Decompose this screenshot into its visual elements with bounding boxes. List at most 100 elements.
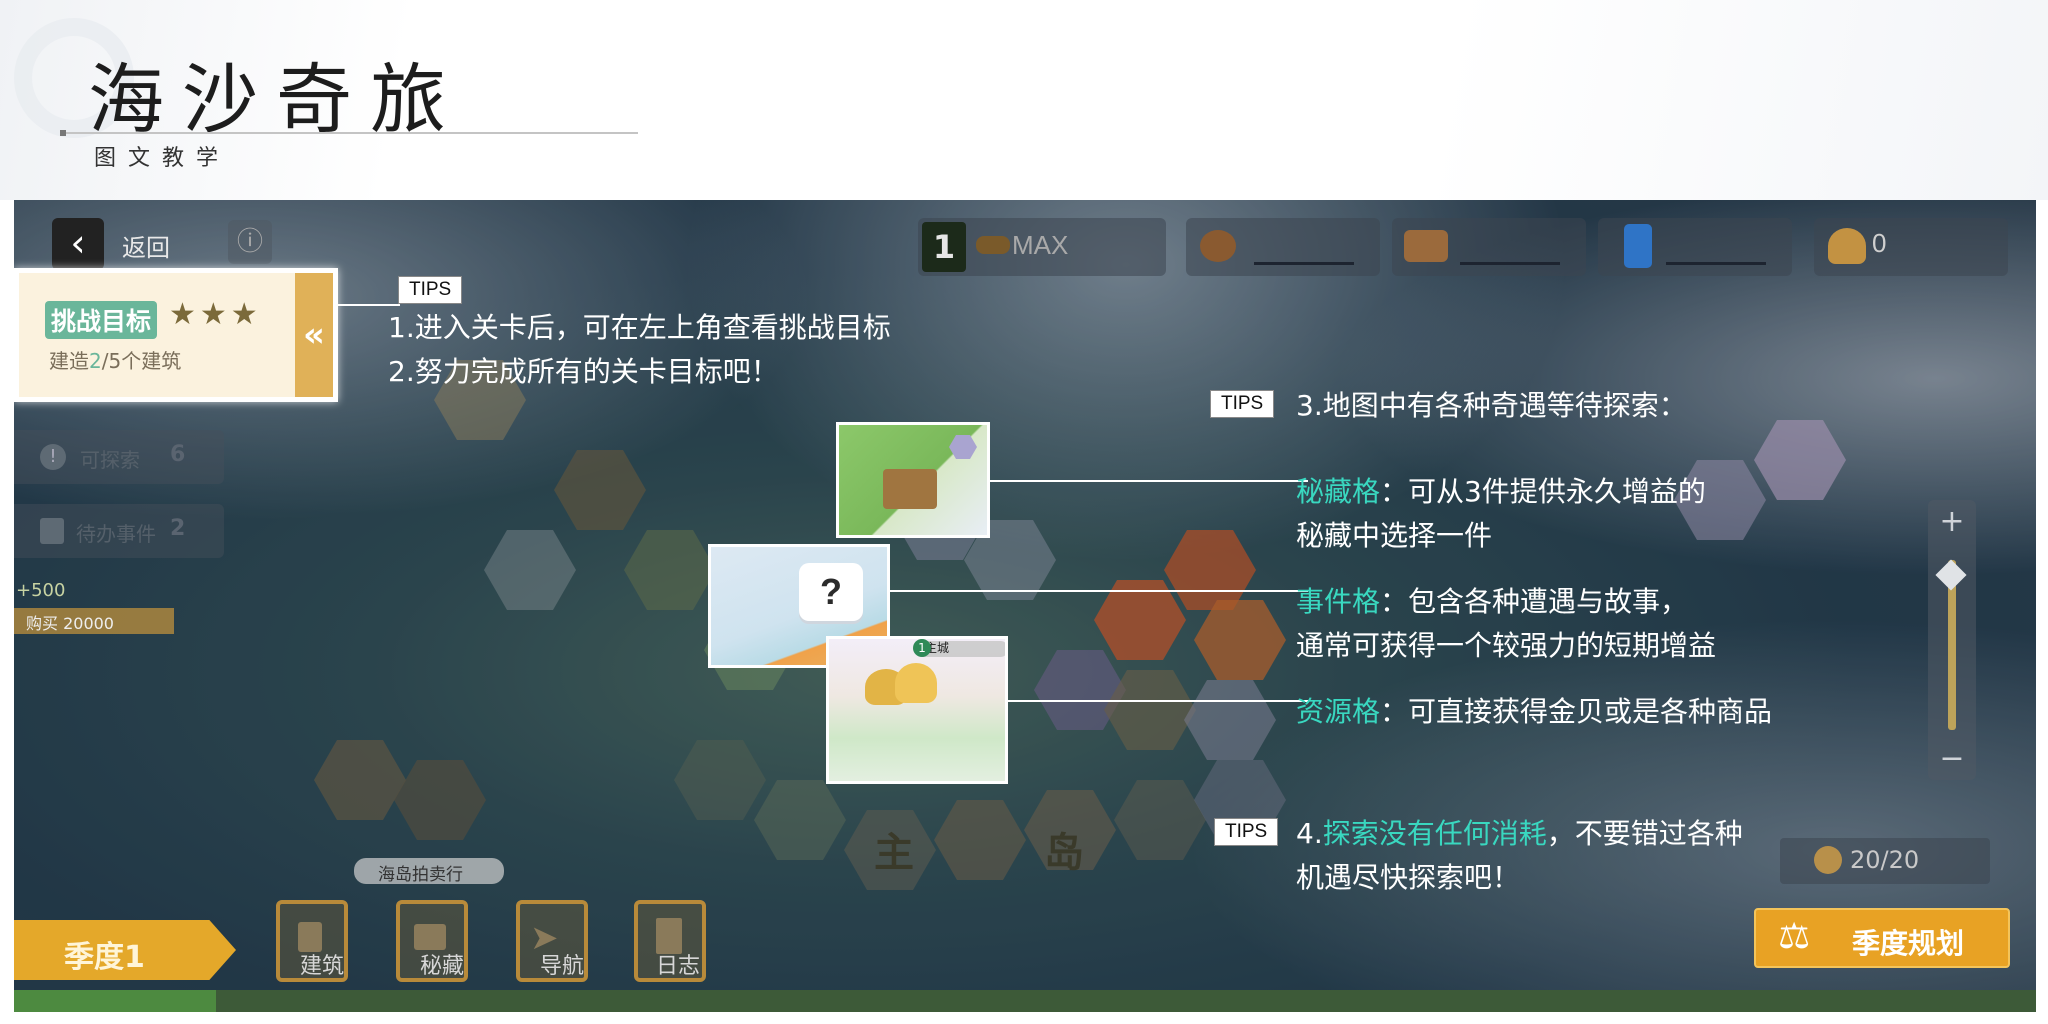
tip-4-line-1: 4.探索没有任何消耗，不要错过各种: [1296, 812, 1743, 852]
zoom-in-icon[interactable]: +: [1928, 504, 1976, 539]
tips-tag-4: TIPS: [1214, 818, 1279, 846]
map-hex: [1094, 580, 1186, 660]
event-leader: [888, 590, 1308, 592]
resource-coconut: [1186, 218, 1380, 276]
map-hex: [754, 780, 846, 860]
collapse-goal-button[interactable]: «: [295, 273, 333, 397]
map-hex: [1194, 600, 1286, 680]
challenge-goal-card[interactable]: 挑战目标 ★★★ 建造2/5个建筑 «: [14, 268, 338, 402]
level-number: 1: [922, 222, 966, 272]
can-value-blank: [1666, 262, 1766, 265]
map-building-label: 海岛拍卖行: [378, 865, 463, 885]
map-hex: [314, 740, 406, 820]
zoom-out-icon[interactable]: −: [1928, 741, 1976, 776]
log-label: 日志: [656, 954, 701, 979]
map-hex: [674, 740, 766, 820]
goal-desc-suffix: /5个建筑: [101, 349, 182, 373]
boat-icon: [976, 236, 1010, 254]
page-subtitle: 图文教学: [94, 146, 231, 171]
season-banner: 季度1: [14, 920, 236, 980]
game-screenshot: 主 岛 海岛拍卖行 +500 购买 20000 ‹ 返回 ⓘ 1 MAX 0 挑…: [14, 200, 2036, 1012]
shop-price-label: 购买 20000: [26, 614, 114, 633]
tip-4-highlight: 探索没有任何消耗: [1322, 817, 1547, 850]
tip-secret-line-1: 秘藏格：可从3件提供永久增益的: [1296, 470, 1706, 510]
back-button[interactable]: ‹: [52, 218, 104, 270]
secret-tile-inset: [836, 422, 990, 538]
season-plan-label: 季度规划: [1852, 927, 1965, 960]
wood-icon: [1404, 230, 1448, 262]
tip-4-rest: ，不要错过各种: [1546, 817, 1743, 850]
events-count: 2: [170, 516, 186, 541]
secret-name: 秘藏格: [1296, 475, 1381, 508]
zoom-slider[interactable]: + −: [1928, 500, 1976, 780]
shell-count: 0: [1872, 228, 1887, 258]
resource-name: 资源格: [1296, 695, 1381, 728]
info-button[interactable]: ⓘ: [228, 220, 272, 264]
tip-event-line-1: 事件格：包含各种遭遇与故事，: [1296, 580, 1688, 620]
shop-reward: +500: [16, 580, 66, 601]
tip-3-title: 3.地图中有各种奇遇等待探索：: [1296, 389, 1687, 422]
shop-price-button[interactable]: 购买 20000: [14, 608, 174, 634]
events-label: 待办事件: [76, 522, 156, 546]
season-label: 季度1: [64, 940, 145, 975]
tip-4-line-2: 机遇尽快探索吧！: [1296, 861, 1521, 894]
island-label-right: 岛: [1044, 830, 1084, 876]
question-dice-icon: ?: [799, 563, 863, 621]
action-counter: 20/20: [1780, 838, 1990, 884]
navigation-label: 导航: [540, 954, 585, 979]
event-desc-1: ：包含各种遭遇与故事，: [1380, 585, 1689, 618]
island-label-left: 主: [874, 830, 914, 876]
goal-desc-prefix: 建造: [49, 349, 89, 373]
map-hex: [934, 800, 1026, 880]
secret-label: 秘藏: [420, 954, 465, 979]
tips-tag-3: TIPS: [1210, 390, 1275, 418]
side-explorable[interactable]: ! 可探索 6: [14, 430, 224, 484]
resource-desc: ：可直接获得金贝或是各种商品: [1380, 695, 1773, 728]
event-name: 事件格: [1296, 585, 1381, 618]
goal-stars-icon: ★★★: [169, 297, 262, 332]
secret-desc-1: ：可从3件提供永久增益的: [1380, 475, 1706, 508]
can-icon: [1624, 224, 1652, 268]
build-label: 建筑: [300, 954, 345, 979]
map-hex: [1164, 530, 1256, 610]
season-plan-button[interactable]: ⚖ 季度规划: [1754, 908, 2010, 968]
tile-number-badge: 1: [913, 639, 931, 657]
zoom-handle[interactable]: [1935, 559, 1967, 591]
resource-can: [1598, 218, 1792, 276]
gold-shell-icon: [895, 663, 937, 703]
secret-leader: [988, 480, 1308, 482]
tip-event-line-2: 通常可获得一个较强力的短期增益: [1296, 629, 1717, 662]
level-max: MAX: [1012, 230, 1069, 260]
side-events[interactable]: 待办事件 2: [14, 504, 224, 558]
resource-leader: [1004, 700, 1308, 702]
back-label: 返回: [122, 234, 170, 262]
treasure-chest-icon: [883, 469, 937, 509]
season-progress-fill: [14, 990, 217, 1012]
action-counter-value: 20/20: [1850, 846, 1920, 874]
tip-1-line-2: 2.努力完成所有的关卡目标吧！: [388, 355, 779, 388]
tip-1-line-1: 1.进入关卡后，可在左上角查看挑战目标: [388, 311, 891, 344]
coconut-icon: [1200, 230, 1236, 262]
map-hex: [554, 450, 646, 530]
map-building-tag[interactable]: 海岛拍卖行: [354, 858, 504, 885]
goal-description: 建造2/5个建筑: [49, 345, 181, 374]
tip-4-prefix: 4.: [1296, 817, 1323, 850]
level-panel: 1 MAX: [918, 218, 1166, 276]
map-hex: [1754, 420, 1846, 500]
chest-icon: [414, 924, 446, 950]
goal-title: 挑战目标: [45, 301, 158, 339]
coconut-value-blank: [1254, 262, 1354, 265]
explorable-count: 6: [170, 442, 186, 467]
divider-dot: [60, 130, 66, 136]
shell-coin-icon: [1814, 846, 1842, 874]
explorable-label: 可探索: [80, 448, 140, 472]
alert-icon: !: [40, 444, 66, 470]
chevron-left-icon: ‹: [70, 221, 86, 265]
season-progress-bar: [14, 990, 2036, 1012]
info-icon: ⓘ: [236, 227, 263, 257]
double-chevron-left-icon: «: [303, 315, 325, 355]
goal-progress-done: 2: [89, 349, 102, 373]
resource-tile-inset: 主城 1: [826, 636, 1008, 784]
tip-resource-line: 资源格：可直接获得金贝或是各种商品: [1296, 690, 1772, 730]
map-hex: [394, 760, 486, 840]
